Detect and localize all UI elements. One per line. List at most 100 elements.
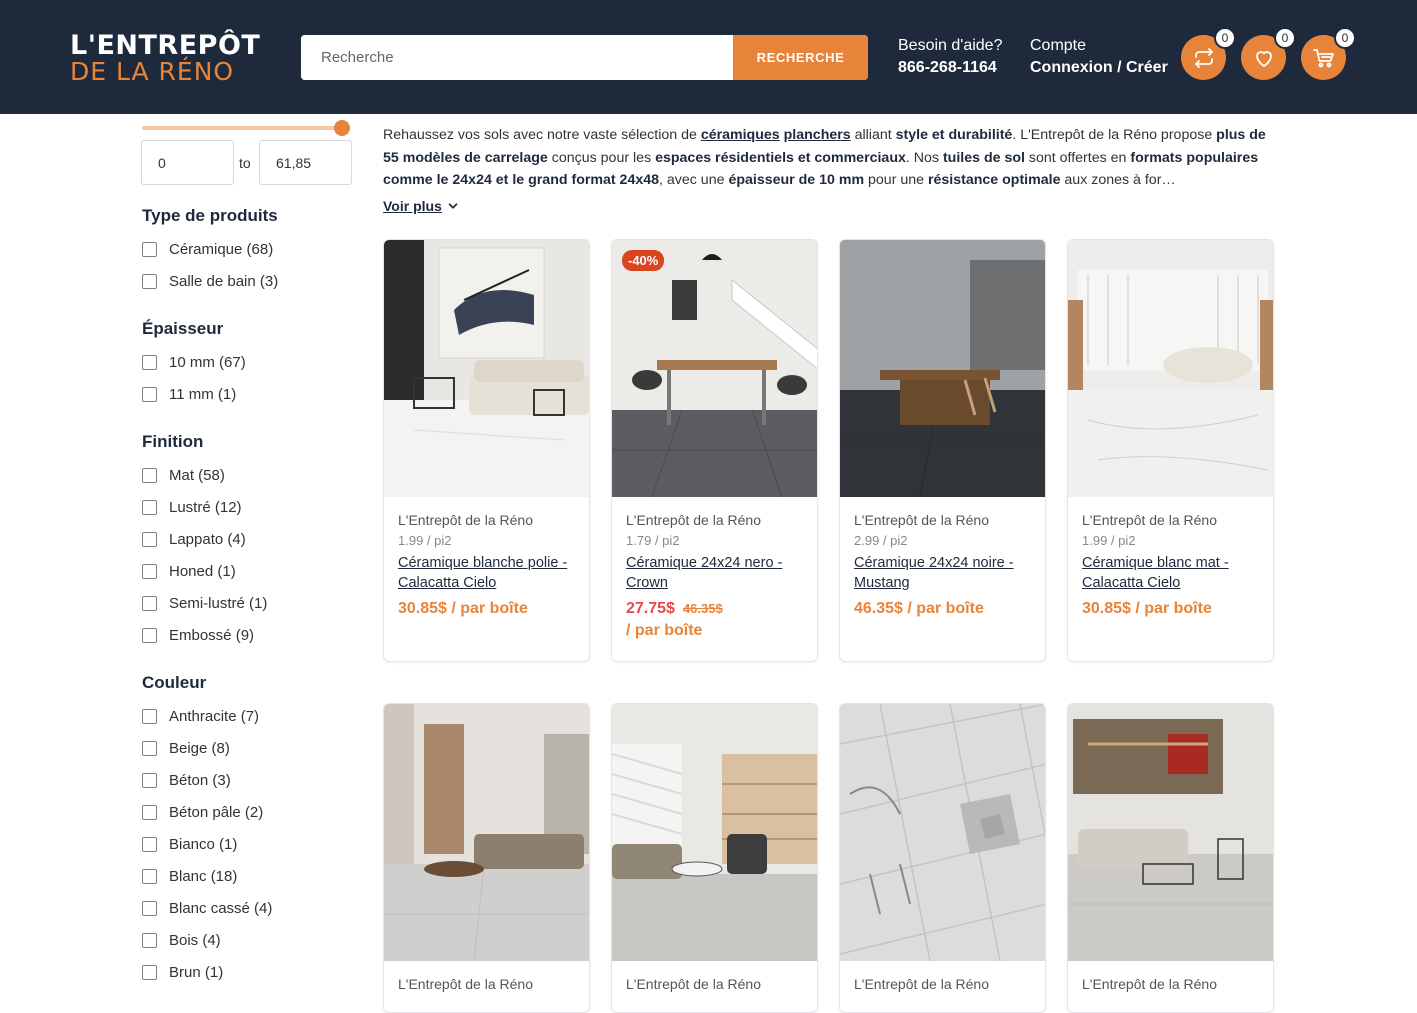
product-card[interactable]: L'Entrepôt de la Réno 2.99 / pi2 Céramiq… [839, 239, 1046, 662]
search-bar: RECHERCHE [301, 35, 868, 80]
product-card[interactable]: -40% L'Entrepôt de la Réno 1.79 / pi2 Cé… [611, 239, 818, 662]
price-min-input[interactable]: 0 [141, 140, 234, 185]
intro-bold: résistance optimale [927, 172, 1061, 189]
product-image[interactable]: -40% [612, 240, 817, 497]
site-logo[interactable]: L'ENTREPÔT DE LA RÉNO [70, 32, 275, 85]
facet-option[interactable]: Blanc cassé (4) [142, 898, 272, 918]
facet-option[interactable]: Brun (1) [142, 962, 223, 982]
price-slider-handle[interactable] [334, 120, 350, 136]
facet-option[interactable]: Céramique (68) [142, 239, 273, 259]
product-price: 30.85$ / par boîte [1082, 600, 1212, 617]
checkbox[interactable] [142, 241, 157, 257]
facet-option[interactable]: Mat (58) [142, 465, 225, 485]
product-title-link[interactable]: Céramique 24x24 noire - Mustang [854, 553, 1039, 593]
checkbox[interactable] [142, 868, 157, 884]
facet-option-label: Anthracite (7) [169, 707, 260, 725]
facet-option[interactable]: Bianco (1) [142, 834, 237, 854]
facet-option-label: 10 mm (67) [169, 353, 246, 371]
category-description: Rehaussez vos sols avec notre vaste séle… [383, 124, 1275, 192]
checkbox[interactable] [142, 708, 157, 724]
product-card[interactable]: L'Entrepôt de la Réno 1.99 / pi2 Céramiq… [383, 239, 590, 662]
facet-option[interactable]: Béton (3) [142, 770, 231, 790]
checkbox[interactable] [142, 804, 157, 820]
product-card[interactable]: L'Entrepôt de la Réno [611, 703, 818, 1013]
checkbox[interactable] [142, 499, 157, 515]
price-max-input[interactable]: 61,85 [259, 140, 352, 185]
cart-icon [1312, 48, 1334, 67]
price-range-slider[interactable] [142, 120, 350, 136]
product-image[interactable] [384, 240, 589, 497]
checkbox[interactable] [142, 932, 157, 948]
ceramiques-link[interactable]: céramiques [701, 127, 780, 143]
checkbox[interactable] [142, 386, 157, 402]
product-title-link[interactable]: Céramique 24x24 nero - Crown [626, 553, 811, 593]
checkbox[interactable] [142, 273, 157, 289]
help-phone[interactable]: 866-268-1164 [898, 56, 1002, 80]
account-menu[interactable]: Compte Connexion / Créer [1030, 36, 1168, 80]
wishlist-button[interactable]: 0 [1241, 27, 1296, 80]
facet-option[interactable]: Anthracite (7) [142, 706, 259, 726]
checkbox[interactable] [142, 740, 157, 756]
facet-option-label: Salle de bain (3) [169, 272, 279, 290]
checkbox[interactable] [142, 563, 157, 579]
facet-option[interactable]: Salle de bain (3) [142, 271, 278, 291]
intro-text: conçus pour les [547, 149, 656, 166]
product-price: 27.75$ 46.35$ [626, 600, 723, 618]
facet-option-label: Bianco (1) [169, 835, 238, 853]
compare-icon [1194, 47, 1213, 68]
facet-option-label: Beige (8) [169, 739, 230, 757]
facet-option[interactable]: Blanc (18) [142, 866, 237, 886]
facet-option[interactable]: Embossé (9) [142, 625, 254, 645]
facet-option[interactable]: 11 mm (1) [142, 384, 236, 404]
product-brand: L'Entrepôt de la Réno [398, 976, 533, 992]
product-image[interactable] [840, 704, 1045, 961]
checkbox[interactable] [142, 772, 157, 788]
planchers-link[interactable]: planchers [784, 127, 851, 143]
search-input[interactable] [301, 35, 733, 80]
product-title-link[interactable]: Céramique blanche polie - Calacatta Ciel… [398, 553, 583, 593]
product-image[interactable] [612, 704, 817, 961]
product-unit-price: 2.99 / pi2 [854, 533, 908, 548]
facet-option-label: Brun (1) [169, 963, 224, 981]
product-card[interactable]: L'Entrepôt de la Réno [1067, 703, 1274, 1013]
product-card[interactable]: L'Entrepôt de la Réno 1.99 / pi2 Céramiq… [1067, 239, 1274, 662]
facet-option[interactable]: Lappato (4) [142, 529, 246, 549]
checkbox[interactable] [142, 354, 157, 370]
product-card[interactable]: L'Entrepôt de la Réno [383, 703, 590, 1013]
checkbox[interactable] [142, 900, 157, 916]
intro-bold: espaces résidentiels et commerciaux [655, 149, 906, 166]
facet-option[interactable]: Beige (8) [142, 738, 230, 758]
intro-bold: tuiles de sol [942, 149, 1025, 166]
facet-option[interactable]: Lustré (12) [142, 497, 242, 517]
facet-title-color: Couleur [142, 673, 207, 692]
checkbox[interactable] [142, 627, 157, 643]
checkbox[interactable] [142, 531, 157, 547]
facet-option-label: Béton pâle (2) [169, 803, 264, 821]
product-image[interactable] [840, 240, 1045, 497]
help-contact[interactable]: Besoin d'aide? 866-268-1164 [898, 36, 1002, 80]
original-price: 46.35$ [682, 601, 723, 616]
voir-plus-button[interactable]: Voir plus [383, 198, 460, 214]
facet-title-finish: Finition [142, 432, 204, 451]
facet-option-label: Lustré (12) [169, 498, 242, 516]
account-login-link[interactable]: Connexion / Créer [1030, 56, 1168, 80]
facet-option[interactable]: Béton pâle (2) [142, 802, 263, 822]
facet-option[interactable]: Semi-lustré (1) [142, 593, 267, 613]
facet-option[interactable]: Bois (4) [142, 930, 221, 950]
facet-title-thickness: Épaisseur [142, 319, 224, 338]
facet-option[interactable]: Honed (1) [142, 561, 236, 581]
product-image[interactable] [384, 704, 589, 961]
checkbox[interactable] [142, 467, 157, 483]
product-image[interactable] [1068, 704, 1273, 961]
facet-option[interactable]: 10 mm (67) [142, 352, 246, 372]
checkbox[interactable] [142, 836, 157, 852]
search-button[interactable]: RECHERCHE [733, 35, 868, 80]
checkbox[interactable] [142, 964, 157, 980]
product-title-link[interactable]: Céramique blanc mat - Calacatta Cielo [1082, 553, 1267, 593]
product-image[interactable] [1068, 240, 1273, 497]
cart-button[interactable]: 0 [1301, 27, 1356, 80]
compare-button[interactable]: 0 [1181, 27, 1236, 80]
product-card[interactable]: L'Entrepôt de la Réno [839, 703, 1046, 1013]
checkbox[interactable] [142, 595, 157, 611]
facet-option-label: Blanc (18) [169, 867, 238, 885]
